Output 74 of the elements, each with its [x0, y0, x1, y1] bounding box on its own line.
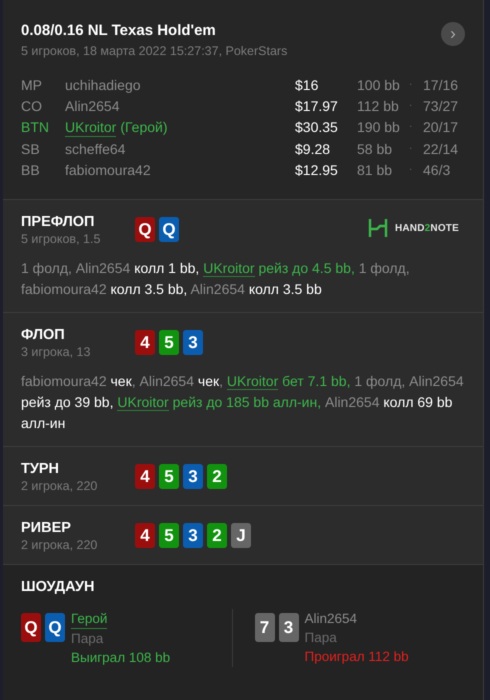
- player-name: scheffe64: [65, 140, 126, 158]
- player-stats: 17/16: [423, 76, 460, 94]
- showdown-title: ШОУДАУН: [21, 579, 96, 595]
- stack-amount: $16: [295, 76, 320, 94]
- separator-dot: ·: [409, 120, 414, 134]
- player-link[interactable]: Герой: [71, 609, 108, 629]
- player-link[interactable]: UKroitor: [65, 118, 116, 137]
- card-rank: 7: [254, 613, 274, 642]
- card-rank: 2: [207, 523, 227, 548]
- card-rank: 3: [278, 613, 298, 642]
- card-rank: 3: [183, 464, 203, 489]
- hand-combination: Пара: [71, 630, 104, 648]
- logo-icon: [368, 218, 388, 238]
- hand-combination: Пара: [304, 629, 337, 647]
- card-rank: 3: [183, 330, 203, 355]
- stack-amount: $17.97: [295, 97, 339, 115]
- action-summary: fabiomoura42 чек, Alin2654 чек, UKroitor бет 7.1 bb, 1 фолд, Alin2654 рейз до 39 bb, UKroitor рейз до 185 bb алл-ин, Alin2654 колл 69 bb алл-ин: [21, 372, 465, 433]
- position-label: BTN: [21, 118, 50, 137]
- stack-bb: 190 bb: [357, 118, 401, 137]
- player-link[interactable]: UKroitor: [203, 260, 255, 277]
- player-stats: 46/3: [423, 161, 452, 179]
- position-label: MP: [21, 76, 43, 94]
- separator-dot: ·: [409, 142, 414, 156]
- street-title: ПРЕФЛОП: [21, 214, 96, 230]
- card-rank: Q: [21, 613, 41, 642]
- card-rank: 2: [207, 464, 227, 489]
- street-info: 2 игрока, 220: [21, 479, 98, 493]
- logo-text: HAND2NOTE: [394, 222, 459, 234]
- street-info: 3 игрока, 13: [21, 345, 92, 359]
- card-rank: J: [231, 523, 251, 548]
- hand-result: Выиграл 108 bb: [71, 649, 170, 667]
- player-name: fabiomoura42: [65, 161, 151, 179]
- player-stats: 20/17: [423, 118, 460, 137]
- stack-bb: 100 bb: [357, 76, 401, 94]
- street-info: 5 игроков, 1.5: [21, 232, 102, 246]
- card-rank: Q: [159, 217, 179, 242]
- stack-bb: 112 bb: [357, 97, 400, 115]
- stack-amount: $9.28: [295, 140, 332, 158]
- separator-dot: ·: [409, 99, 414, 113]
- player-link[interactable]: UKroitor: [226, 373, 278, 390]
- street-title: ТУРН: [21, 461, 60, 477]
- next-button[interactable]: ›: [441, 22, 465, 46]
- player-name: uchihadiego: [65, 76, 141, 94]
- card-rank: 5: [159, 464, 179, 489]
- card-rank: 5: [159, 330, 179, 355]
- stack-amount: $30.35: [295, 118, 339, 137]
- stack-bb: 81 bb: [357, 161, 394, 179]
- street-info: 2 игрока, 220: [21, 538, 98, 552]
- position-label: CO: [21, 97, 43, 115]
- separator-dot: ·: [409, 163, 414, 177]
- stack-amount: $12.95: [295, 161, 339, 179]
- hero-tag: (Герой): [120, 118, 168, 137]
- position-label: BB: [21, 161, 41, 179]
- card-rank: 3: [183, 523, 203, 548]
- player-stats: 73/27: [423, 97, 460, 115]
- action-summary: 1 фолд, Alin2654 колл 1 bb, UKroitor рейз до 4.5 bb, 1 фолд, fabiomoura42 колл 3.5 bb, Alin2654 колл 3.5 bb: [21, 259, 411, 299]
- player-stats: 22/14: [423, 140, 460, 158]
- player-link[interactable]: UKroitor: [117, 394, 169, 411]
- hand-result: Проиграл 112 bb: [304, 648, 409, 666]
- card-rank: 4: [135, 464, 155, 489]
- game-title: 0.08/0.16 NL Texas Hold'em: [21, 22, 217, 39]
- game-info: 5 игроков, 18 марта 2022 15:27:37, PokerStars: [21, 44, 288, 58]
- separator-dot: ·: [409, 78, 414, 92]
- card-rank: Q: [45, 613, 65, 642]
- player-name: Alin2654: [304, 610, 358, 628]
- card-rank: 4: [135, 330, 155, 355]
- position-label: SB: [21, 140, 41, 158]
- card-rank: 5: [159, 523, 179, 548]
- card-rank: Q: [135, 217, 155, 242]
- player-name: Alin2654: [65, 97, 120, 115]
- card-rank: 4: [135, 523, 155, 548]
- street-title: РИВЕР: [21, 520, 72, 536]
- stack-bb: 58 bb: [357, 140, 394, 158]
- street-title: ФЛОП: [21, 327, 66, 343]
